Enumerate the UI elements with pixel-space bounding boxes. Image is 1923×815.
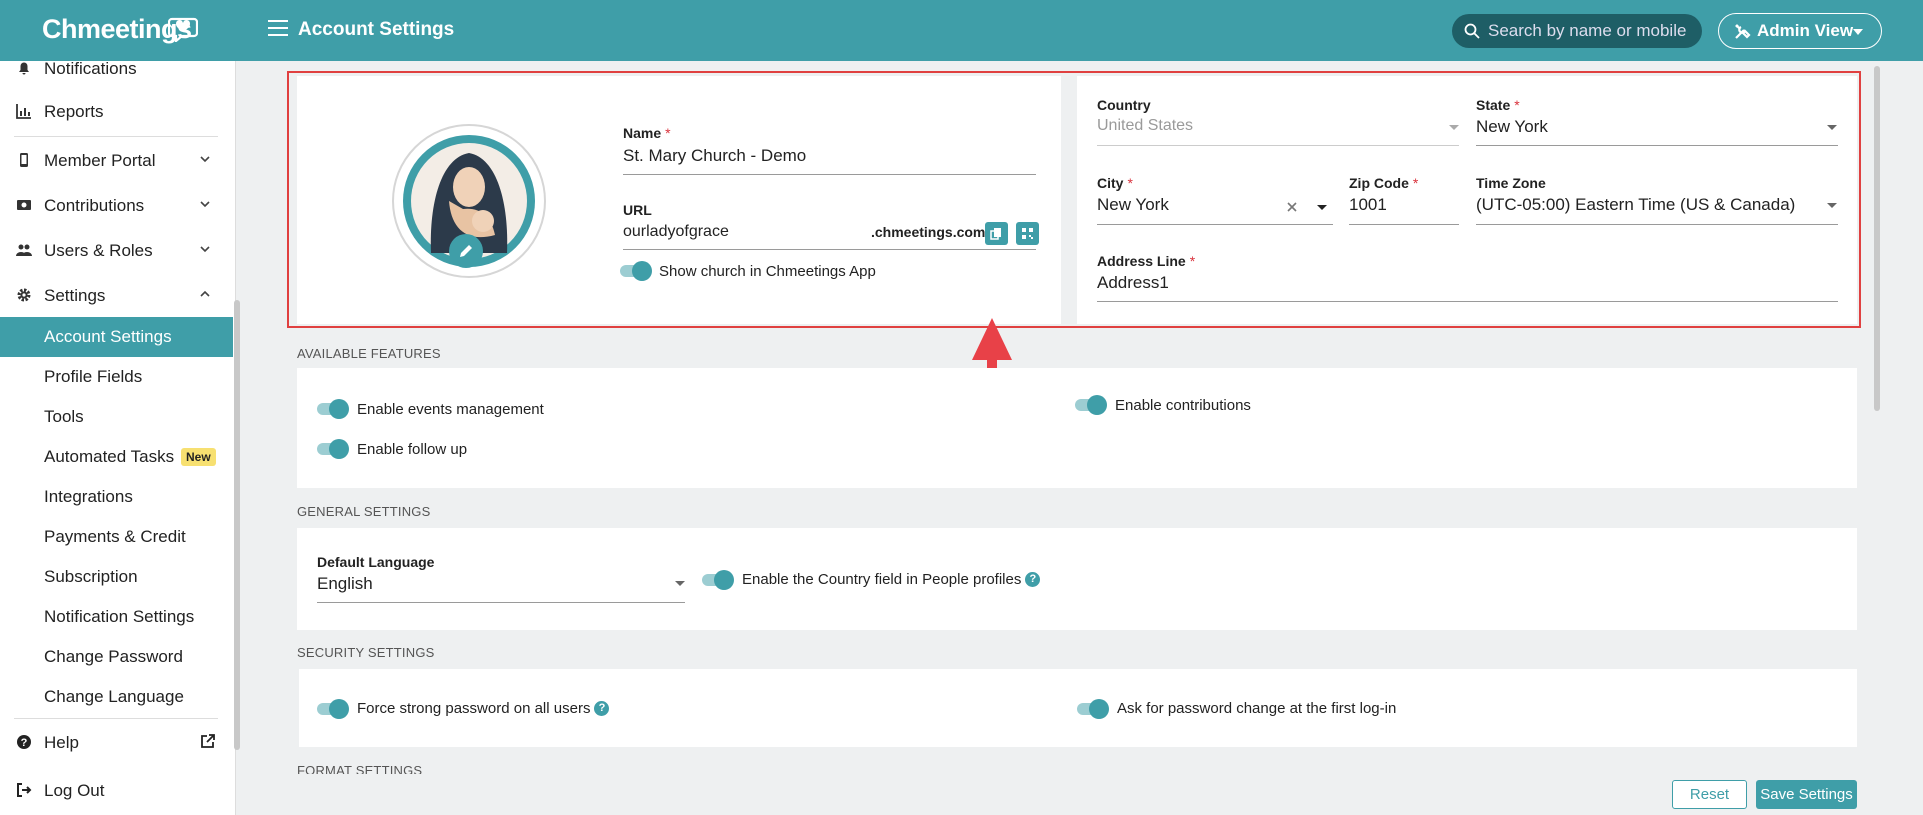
chart-icon: [16, 104, 31, 119]
general-panel: Default Language English Enable the Coun…: [297, 528, 1857, 630]
search-placeholder: Search by name or mobile: [1488, 21, 1687, 40]
security-panel: Force strong password on all users? Ask …: [299, 669, 1857, 747]
followup-toggle[interactable]: [315, 438, 349, 459]
sidebar-item-change-language[interactable]: Change Language: [0, 677, 233, 717]
divider: [14, 136, 218, 137]
events-toggle[interactable]: [315, 398, 349, 419]
search-input[interactable]: Search by name or mobile: [1452, 14, 1702, 48]
sidebar-item-tools[interactable]: Tools: [0, 397, 233, 437]
save-settings-button[interactable]: Save Settings: [1756, 780, 1857, 809]
contributions-toggle[interactable]: [1073, 394, 1107, 415]
sidebar-item-reports[interactable]: Reports: [0, 91, 218, 131]
sidebar-item-member-portal[interactable]: Member Portal: [0, 140, 218, 180]
section-title-format: FORMAT SETTINGS: [297, 763, 423, 774]
strong-password-toggle[interactable]: [315, 698, 349, 719]
contributions-label: Enable contributions: [1115, 397, 1251, 414]
admin-view-button[interactable]: Admin View: [1718, 13, 1882, 49]
sidebar-item-logout[interactable]: Log Out: [0, 770, 218, 810]
sidebar-scrollbar[interactable]: [234, 300, 240, 750]
chevron-down-icon: [200, 201, 210, 208]
logout-icon: [17, 783, 32, 797]
format-title-clip: FORMAT SETTINGS: [297, 762, 497, 774]
help-icon[interactable]: ?: [1025, 572, 1041, 587]
password-change-toggle[interactable]: [1075, 698, 1109, 719]
chevron-up-icon: [200, 290, 210, 297]
chevron-down-icon: [200, 246, 210, 253]
sidebar-item-settings[interactable]: Settings: [0, 275, 218, 315]
reset-button[interactable]: Reset: [1672, 780, 1747, 809]
top-bar: Chmeetings Account Settings Search by na…: [0, 0, 1923, 61]
sidebar-item-profile-fields[interactable]: Profile Fields: [0, 357, 233, 397]
section-title-security: SECURITY SETTINGS: [297, 645, 435, 660]
sidebar-item-automated-tasks[interactable]: Automated Tasks New: [0, 437, 233, 477]
divider: [14, 718, 218, 719]
admin-view-label: Admin View: [1757, 21, 1854, 40]
chevron-down-icon: [200, 156, 210, 163]
sidebar-item-payments-credit[interactable]: Payments & Credit: [0, 517, 233, 557]
sidebar-item-help[interactable]: ? Help: [0, 722, 218, 762]
chevron-down-icon: [1853, 29, 1863, 35]
tools-icon: [1735, 24, 1751, 39]
sidebar-item-notifications[interactable]: Notifications: [0, 61, 218, 88]
sidebar-item-users-roles[interactable]: Users & Roles: [0, 230, 218, 270]
language-label: Default Language: [317, 554, 435, 570]
section-title-features: AVAILABLE FEATURES: [297, 346, 441, 361]
bell-icon: [19, 62, 29, 75]
sidebar-item-notification-settings[interactable]: Notification Settings: [0, 597, 233, 637]
sidebar-item-integrations[interactable]: Integrations: [0, 477, 233, 517]
money-icon: [17, 200, 31, 210]
events-label: Enable events management: [357, 401, 544, 418]
chevron-down-icon: [675, 581, 685, 586]
help-icon: ?: [17, 735, 31, 749]
hamburger-menu-icon[interactable]: [268, 20, 288, 38]
external-link-icon: [201, 734, 215, 748]
sidebar-item-subscription[interactable]: Subscription: [0, 557, 233, 597]
strong-password-label: Force strong password on all users?: [357, 700, 610, 717]
main-scrollbar[interactable]: [1874, 66, 1880, 411]
country-field-toggle[interactable]: [700, 569, 734, 590]
highlight-box: [287, 71, 1861, 328]
page-title: Account Settings: [298, 19, 455, 40]
password-change-label: Ask for password change at the first log…: [1117, 700, 1397, 717]
followup-label: Enable follow up: [357, 441, 468, 458]
logo-chat-icon: [168, 17, 198, 42]
sidebar-item-change-password[interactable]: Change Password: [0, 637, 233, 677]
help-icon[interactable]: ?: [594, 701, 610, 716]
svg-text:?: ?: [21, 737, 28, 749]
phone-icon: [20, 153, 28, 167]
new-badge: New: [181, 448, 216, 466]
country-field-label: Enable the Country field in People profi…: [742, 571, 1041, 588]
sidebar: Notifications Reports Member Portal Cont…: [0, 61, 236, 815]
language-underline: [317, 602, 685, 603]
sidebar-item-account-settings[interactable]: Account Settings: [0, 317, 233, 357]
sidebar-item-contributions[interactable]: Contributions: [0, 185, 218, 225]
users-icon: [16, 244, 32, 256]
gear-icon: [17, 288, 31, 302]
search-icon: [1464, 23, 1480, 39]
section-title-general: GENERAL SETTINGS: [297, 504, 431, 519]
language-select[interactable]: English: [317, 574, 373, 594]
features-panel: Enable events management Enable follow u…: [297, 368, 1857, 488]
